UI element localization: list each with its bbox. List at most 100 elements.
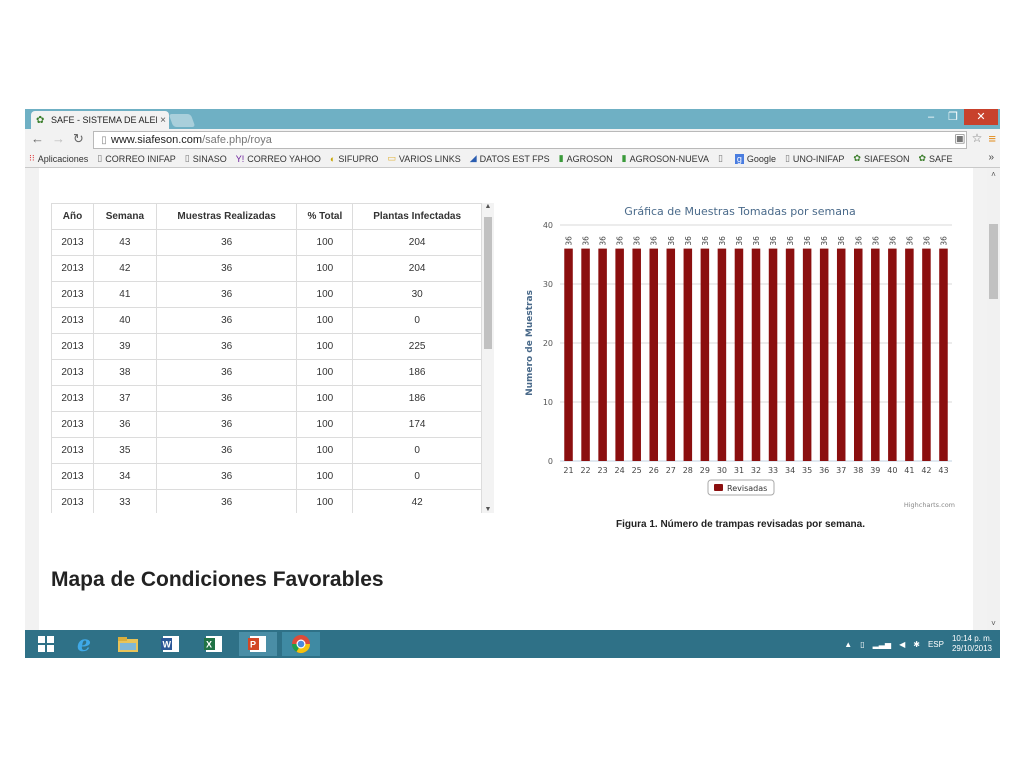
chart-bar bbox=[615, 248, 624, 461]
column-header[interactable]: Semana bbox=[92, 203, 157, 230]
word-icon[interactable]: W bbox=[152, 632, 190, 656]
windows-start-icon[interactable] bbox=[27, 632, 65, 656]
chart-bar bbox=[785, 248, 795, 461]
x-tick-label: 32 bbox=[751, 466, 761, 475]
table-cell: 100 bbox=[296, 463, 354, 490]
bookmark-item[interactable]: ▮ AGROSON bbox=[559, 153, 613, 164]
table-cell: 2013 bbox=[51, 359, 94, 386]
bookmark-item[interactable]: g Google bbox=[734, 153, 776, 164]
chart-bar bbox=[905, 248, 914, 461]
address-bar[interactable]: ▯ www.siafeson.com/safe.php/roya bbox=[93, 131, 967, 149]
reload-icon[interactable]: ↻ bbox=[73, 131, 84, 147]
data-label: 36 bbox=[752, 236, 761, 246]
page-scroll-thumb[interactable] bbox=[989, 224, 998, 299]
page-content: Año Semana Muestras Realizadas % Total P… bbox=[39, 168, 973, 630]
network-icon[interactable]: ✱ bbox=[913, 640, 920, 649]
bookmark-item[interactable]: ✿ SIAFESON bbox=[853, 153, 909, 164]
bookmark-apps[interactable]: ⁝⁝ Aplicaciones bbox=[29, 153, 88, 164]
battery-icon[interactable]: ▯ bbox=[860, 640, 864, 649]
table-scrollbar[interactable]: ▲ ▼ bbox=[482, 203, 494, 513]
bookmark-item[interactable]: Y! CORREO YAHOO bbox=[236, 154, 321, 164]
tray-expand-icon[interactable]: ▲ bbox=[844, 640, 852, 649]
data-label: 36 bbox=[633, 236, 642, 246]
column-header[interactable]: Plantas Infectadas bbox=[352, 203, 482, 230]
new-tab-button[interactable] bbox=[168, 114, 196, 127]
data-label: 36 bbox=[650, 236, 659, 246]
table-cell: 100 bbox=[296, 255, 354, 282]
omnibox-actions: ▣ ☆ ≡ bbox=[954, 131, 996, 146]
bookmark-item[interactable]: ▯ UNO-INIFAP bbox=[785, 153, 844, 164]
yahoo-icon: Y! bbox=[235, 153, 245, 164]
page-scrollbar[interactable]: ˄ ˅ bbox=[987, 168, 1000, 630]
page-icon: ▯ bbox=[97, 153, 103, 163]
figure-caption: Figura 1. Número de trampas revisadas po… bbox=[616, 519, 865, 530]
bookmark-item[interactable]: ◐ SIFUPRO bbox=[330, 154, 378, 164]
table-row: 2013 40 36 100 0 bbox=[51, 307, 482, 334]
column-header[interactable]: Muestras Realizadas bbox=[155, 203, 298, 230]
forward-arrow-icon[interactable]: → bbox=[52, 131, 65, 146]
chart-bar bbox=[854, 248, 863, 461]
language-indicator[interactable]: ESP bbox=[928, 640, 944, 649]
file-explorer-icon[interactable] bbox=[109, 632, 147, 656]
bookmark-item[interactable]: ▯ CORREO INIFAP bbox=[97, 153, 175, 164]
bookmark-item[interactable]: ✿ SAFE bbox=[918, 153, 952, 164]
table-scroll-thumb[interactable] bbox=[484, 217, 492, 349]
table-row: 2013 34 36 100 0 bbox=[51, 463, 482, 490]
bookmark-item[interactable]: ▯ SINASO bbox=[185, 153, 227, 164]
excel-icon[interactable]: X bbox=[195, 632, 233, 656]
signal-icon[interactable]: ▂▃▅ bbox=[873, 640, 891, 649]
scroll-up-icon[interactable]: ˄ bbox=[987, 170, 1000, 179]
x-tick-label: 37 bbox=[836, 466, 846, 475]
minimize-icon[interactable]: – bbox=[920, 109, 942, 125]
bookmarks-bar: ⁝⁝ Aplicaciones ▯ CORREO INIFAP ▯ SINASO Y!… bbox=[25, 150, 1000, 168]
volume-icon[interactable]: ◀ bbox=[899, 640, 905, 649]
column-header[interactable]: Año bbox=[51, 203, 94, 230]
table-cell: 204 bbox=[352, 229, 482, 256]
safe-icon: ✿ bbox=[918, 153, 927, 163]
restore-icon[interactable]: ❐ bbox=[942, 109, 964, 125]
bookmark-item[interactable]: ▯ bbox=[718, 153, 726, 164]
x-tick-label: 22 bbox=[580, 466, 590, 475]
browser-tab[interactable]: ✿ SAFE - SISTEMA DE ALERT × bbox=[31, 111, 169, 129]
tab-close-icon[interactable]: × bbox=[157, 115, 169, 126]
chart-bar bbox=[751, 248, 761, 461]
scroll-up-icon[interactable]: ▲ bbox=[482, 203, 494, 210]
page-action-icon[interactable]: ▣ bbox=[954, 131, 965, 146]
table-cell: 2013 bbox=[51, 255, 94, 282]
table-cell: 36 bbox=[155, 489, 298, 513]
navigation-bar: ← → ↻ ▯ www.siafeson.com/safe.php/roya ▣… bbox=[25, 129, 1000, 150]
column-header[interactable]: % Total bbox=[296, 203, 354, 230]
scroll-down-icon[interactable]: ▼ bbox=[482, 506, 494, 513]
window-close-icon[interactable]: ✕ bbox=[964, 109, 998, 125]
svg-text:P: P bbox=[250, 640, 256, 650]
table-cell: 33 bbox=[92, 489, 157, 513]
x-tick-label: 31 bbox=[734, 466, 744, 475]
clock[interactable]: 10:14 p. m. 29/10/2013 bbox=[952, 634, 992, 654]
table-cell: 42 bbox=[92, 255, 157, 282]
table-cell: 37 bbox=[92, 385, 157, 412]
data-label: 36 bbox=[718, 236, 727, 246]
chart-bar bbox=[768, 248, 778, 461]
url-host: www.siafeson.com bbox=[111, 134, 203, 146]
safe-favicon-icon: ✿ bbox=[36, 114, 45, 126]
table-row: 2013 39 36 100 225 bbox=[51, 333, 482, 360]
chart-bar bbox=[683, 248, 693, 461]
chrome-menu-icon[interactable]: ≡ bbox=[988, 131, 996, 146]
bookmark-item[interactable]: ▭ VARIOS LINKS bbox=[387, 153, 460, 164]
bookmark-item[interactable]: ◢ DATOS EST FPS bbox=[470, 153, 550, 164]
table-cell: 100 bbox=[296, 281, 354, 308]
bookmark-star-icon[interactable]: ☆ bbox=[972, 131, 983, 146]
table-cell: 40 bbox=[92, 307, 157, 334]
back-arrow-icon[interactable]: ← bbox=[31, 131, 44, 146]
bookmark-item[interactable]: ▮ AGROSON-NUEVA bbox=[622, 153, 709, 164]
data-label: 36 bbox=[786, 236, 795, 246]
data-label: 36 bbox=[735, 236, 744, 246]
internet-explorer-icon[interactable]: e bbox=[65, 631, 103, 657]
chart-bar bbox=[871, 248, 880, 461]
chrome-icon[interactable] bbox=[282, 632, 320, 656]
x-tick-label: 33 bbox=[768, 466, 778, 475]
y-tick-label: 40 bbox=[543, 221, 553, 230]
scroll-down-icon[interactable]: ˅ bbox=[987, 619, 1000, 628]
powerpoint-icon[interactable]: P bbox=[239, 632, 277, 656]
bookmarks-more-button[interactable]: » bbox=[988, 152, 994, 163]
